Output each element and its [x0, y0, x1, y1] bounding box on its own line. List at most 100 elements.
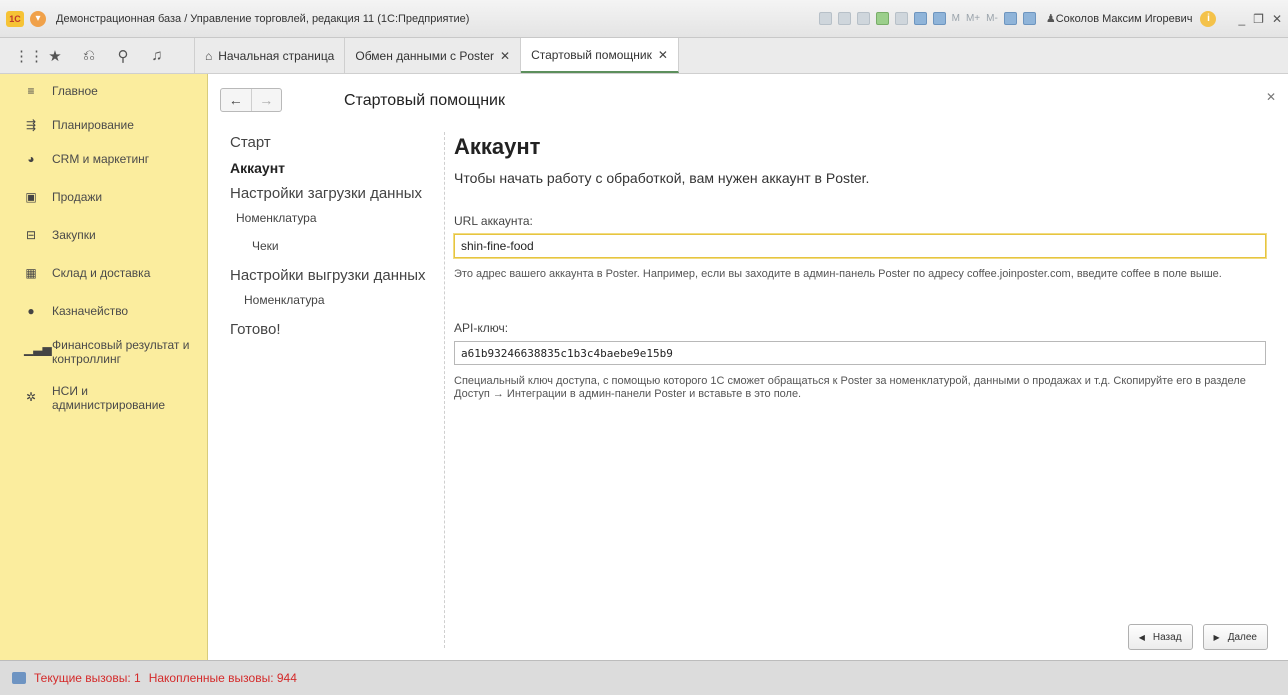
api-key-label: API-ключ: [454, 321, 509, 335]
sidebar-item-label: НСИ и администрирование [52, 384, 166, 412]
step-done[interactable]: Готово! [230, 321, 440, 338]
step-upload-settings[interactable]: Настройки выгрузки данных [230, 267, 440, 284]
memory-plus-button[interactable]: M+ [966, 13, 980, 24]
sidebar-item-warehouse[interactable]: ▦ Склад и доставка [0, 250, 207, 288]
sidebar-item-label: Продажи [52, 190, 103, 204]
calls-icon[interactable] [12, 672, 26, 684]
titlebar-tools: M M+ M- [818, 12, 1036, 25]
main-content: ← → Стартовый помощник ✕ Старт Аккаунт Н… [208, 74, 1288, 660]
upload-icon[interactable] [875, 12, 889, 25]
planning-icon: ⇶ [25, 118, 37, 132]
memory-button[interactable]: M [952, 13, 960, 24]
sidebar-item-purchases[interactable]: ⊟ Закупки [0, 212, 207, 250]
section-heading: Аккаунт [454, 134, 541, 159]
step-load-nomenclature[interactable]: Номенклатура [236, 211, 440, 225]
api-key-input[interactable] [454, 341, 1266, 365]
bar-chart-icon: ▁▃▅ [24, 342, 52, 356]
tab-start-assistant[interactable]: Стартовый помощник ✕ [521, 38, 679, 73]
gear-icon: ✲ [25, 390, 37, 404]
tab-label: Стартовый помощник [531, 47, 652, 62]
triangle-left-icon: ◀ [1138, 632, 1145, 642]
history-icon[interactable]: ⎌ [82, 47, 96, 64]
sidebar-item-sales[interactable]: ▣ Продажи [0, 174, 207, 212]
apps-grid-icon[interactable]: ⋮⋮ [14, 47, 44, 65]
sidebar-item-main[interactable]: ≡ Главное [0, 74, 207, 106]
bell-icon[interactable]: ♫ [150, 47, 164, 64]
tab-label: Обмен данными с Poster [355, 48, 495, 63]
sidebar-item-label: Финансовый результат и контроллинг [52, 338, 190, 366]
minimize-button[interactable]: _ [1238, 12, 1245, 26]
step-start[interactable]: Старт [230, 134, 440, 151]
home-icon: ⌂ [205, 48, 213, 63]
account-url-input[interactable] [454, 234, 1266, 258]
calendar-icon[interactable] [932, 12, 946, 25]
sidebar-item-label: Склад и доставка [52, 266, 151, 280]
tab-poster-exchange[interactable]: Обмен данными с Poster ✕ [345, 38, 522, 73]
tab-bar: ⋮⋮ ★ ⎌ ⚲ ♫ ⌂ Начальная страница Обмен да… [0, 38, 1288, 74]
close-window-button[interactable]: ✕ [1272, 12, 1282, 26]
preview-icon[interactable] [837, 12, 851, 25]
sidebar-item-planning[interactable]: ⇶ Планирование [0, 106, 207, 140]
next-button[interactable]: ▶ Далее [1202, 624, 1268, 650]
copy-icon[interactable] [856, 12, 870, 25]
sidebar-item-treasury[interactable]: ● Казначейство [0, 288, 207, 326]
memory-minus-button[interactable]: M- [986, 13, 998, 24]
close-icon[interactable]: ✕ [500, 49, 510, 63]
cart-icon: ⊟ [25, 228, 37, 242]
intro-text: Чтобы начать работу с обработкой, вам ну… [454, 170, 870, 186]
close-form-icon[interactable]: ✕ [1266, 90, 1276, 104]
print-icon[interactable] [818, 12, 832, 25]
step-load-settings[interactable]: Настройки загрузки данных [230, 185, 440, 202]
zoom-icon[interactable] [1003, 12, 1017, 25]
tab-label: Начальная страница [218, 48, 335, 63]
sidebar-item-label: Главное [52, 84, 98, 98]
doc-icon[interactable] [894, 12, 908, 25]
pie-chart-icon: ◕ [27, 152, 35, 166]
app-logo: 1С [6, 10, 24, 27]
sidebar-item-label: Планирование [52, 118, 134, 132]
status-bar: Текущие вызовы: 1 Накопленные вызовы: 94… [0, 660, 1288, 695]
sidebar-item-label: Закупки [52, 228, 96, 242]
panel-icon[interactable] [1022, 12, 1036, 25]
window-titlebar: 1С ▾ Демонстрационная база / Управление … [0, 0, 1288, 38]
url-hint: Это адрес вашего аккаунта в Poster. Напр… [454, 268, 1222, 280]
search-icon[interactable]: ⚲ [116, 47, 130, 65]
step-upload-nomenclature[interactable]: Номенклатура [244, 293, 440, 307]
back-button-label: Назад [1152, 631, 1182, 643]
forward-arrow-button[interactable]: → [250, 89, 282, 111]
accumulated-calls: Накопленные вызовы: 944 [148, 671, 297, 685]
back-button[interactable]: ◀ Назад [1127, 624, 1193, 650]
sidebar: ≡ Главное ⇶ Планирование ◕ CRM и маркети… [0, 74, 208, 660]
warehouse-icon: ▦ [25, 266, 37, 280]
sidebar-item-crm[interactable]: ◕ CRM и маркетинг [0, 140, 207, 174]
quick-actions: ⋮⋮ ★ ⎌ ⚲ ♫ [0, 38, 195, 73]
page-title: Стартовый помощник [344, 92, 505, 109]
menu-icon: ≡ [27, 84, 35, 98]
nav-buttons: ← → [220, 88, 282, 112]
account-form: Аккаунт Чтобы начать работу с обработкой… [454, 134, 1268, 401]
coin-icon: ● [27, 304, 35, 318]
wizard-steps: Старт Аккаунт Настройки загрузки данных … [230, 134, 440, 347]
maximize-button[interactable]: ❐ [1253, 12, 1264, 26]
calculator-icon[interactable] [913, 12, 927, 25]
current-calls: Текущие вызовы: 1 [34, 671, 141, 685]
step-load-checks[interactable]: Чеки [252, 239, 440, 253]
back-arrow-button[interactable]: ← [221, 89, 251, 111]
shopping-bag-icon: ▣ [25, 190, 37, 204]
sidebar-item-finance[interactable]: ▁▃▅ Финансовый результат и контроллинг [0, 326, 207, 374]
window-title: Демонстрационная база / Управление торго… [56, 12, 470, 25]
info-icon[interactable]: i [1200, 10, 1217, 27]
tab-home[interactable]: ⌂ Начальная страница [195, 38, 346, 73]
user-icon: ♟ [1045, 13, 1056, 25]
url-label: URL аккаунта: [454, 214, 533, 228]
step-account[interactable]: Аккаунт [230, 160, 440, 176]
api-key-hint: Специальный ключ доступа, с помощью кото… [454, 375, 1246, 400]
favorites-star-icon[interactable]: ★ [48, 47, 62, 65]
sidebar-item-label: CRM и маркетинг [52, 152, 150, 166]
close-icon[interactable]: ✕ [658, 48, 668, 62]
divider [444, 132, 445, 648]
sidebar-item-admin[interactable]: ✲ НСИ и администрирование [0, 374, 207, 420]
main-menu-button[interactable]: ▾ [30, 10, 46, 27]
user-name[interactable]: Соколов Максим Игоревич [1056, 13, 1193, 25]
wizard-buttons: ◀ Назад ▶ Далее [1127, 624, 1268, 650]
